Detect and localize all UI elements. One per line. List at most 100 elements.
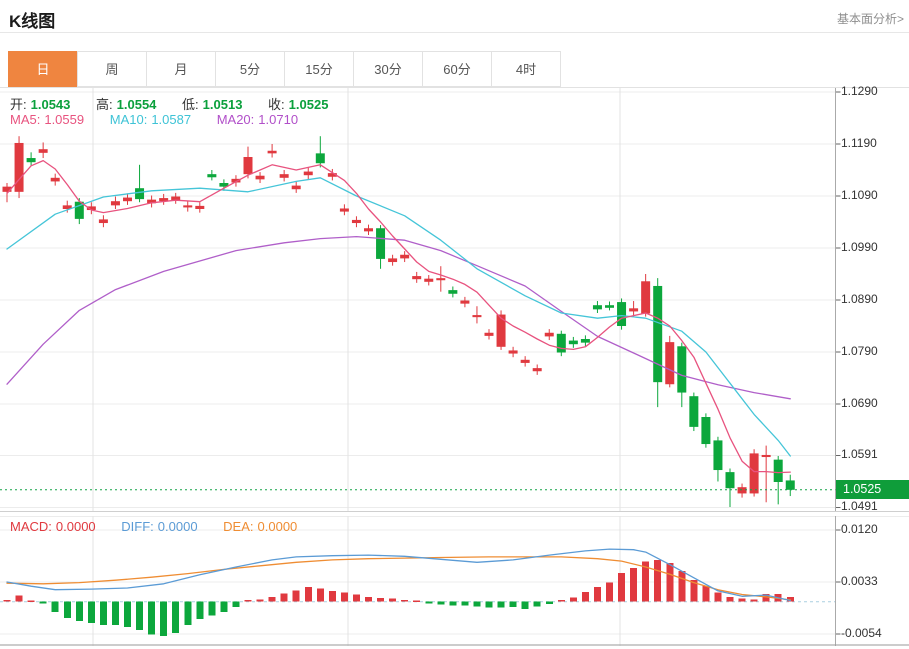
- macd-bar-negative: [184, 602, 191, 625]
- close-value: 1.0525: [289, 97, 329, 112]
- candle-up: [195, 202, 204, 212]
- candle-body: [352, 220, 361, 223]
- candle-body: [460, 301, 469, 304]
- ma10-line: [7, 178, 790, 456]
- macd-bar-negative: [76, 602, 83, 621]
- macd-bar-positive: [594, 587, 601, 602]
- tab-month[interactable]: 月: [146, 51, 216, 87]
- ma20-value: 1.0710: [258, 112, 298, 127]
- macd-bar-positive: [257, 599, 264, 601]
- macd-bar-positive: [630, 568, 637, 601]
- candle-down: [557, 331, 566, 356]
- candle-up: [509, 347, 518, 357]
- macd-bar-positive: [582, 592, 589, 602]
- candle-up: [665, 336, 674, 387]
- fundamental-analysis-link[interactable]: 基本面分析>: [837, 10, 904, 27]
- ma-legend: MA5:1.0559 MA10:1.0587 MA20:1.0710: [10, 112, 302, 127]
- price-axis-label: 1.1290: [841, 84, 878, 99]
- tab-4hour[interactable]: 4时: [491, 51, 561, 87]
- macd-legend: MACD:0.0000 DIFF:0.0000 DEA:0.0000: [10, 519, 301, 534]
- tab-5min[interactable]: 5分: [215, 51, 285, 87]
- candle-up: [123, 193, 132, 204]
- macd-bar-positive: [570, 598, 577, 602]
- candle-body: [545, 333, 554, 337]
- candle-up: [280, 170, 289, 181]
- macd-bar-negative: [522, 602, 529, 609]
- macd-bar-negative: [437, 602, 444, 605]
- macd-bar-positive: [727, 597, 734, 602]
- price-axis-label: 1.1190: [841, 136, 877, 151]
- tab-15min[interactable]: 15分: [284, 51, 354, 87]
- candle-up: [99, 215, 108, 227]
- macd-bar-negative: [52, 602, 59, 612]
- macd-bar-negative: [124, 602, 131, 627]
- macd-bar-negative: [100, 602, 107, 625]
- candle-up: [533, 364, 542, 374]
- macd-bar-positive: [558, 600, 565, 602]
- candle-body: [726, 472, 735, 488]
- price-axis-label: 1.0890: [841, 292, 878, 307]
- candle-down: [376, 225, 385, 269]
- page-title: K线图: [9, 7, 55, 32]
- candle-body: [123, 198, 132, 202]
- candle-body: [653, 286, 662, 382]
- kline-chart[interactable]: [0, 88, 909, 511]
- candle-body: [256, 176, 265, 180]
- macd-axis-label: 0.0033: [841, 574, 878, 589]
- candle-up: [304, 167, 313, 179]
- diff-value: 0.0000: [158, 519, 198, 534]
- candle-up: [352, 216, 361, 227]
- candle-body: [27, 158, 36, 162]
- macd-bar-positive: [269, 597, 276, 602]
- macd-chart[interactable]: [0, 516, 909, 646]
- candle-down: [605, 302, 614, 311]
- macd-bar-positive: [341, 593, 348, 602]
- kline-page: K线图 基本面分析> 日 周 月 5分 15分 30分 60分 4时 开:1.0…: [0, 0, 909, 649]
- macd-bar-positive: [353, 595, 360, 602]
- candle-body: [641, 281, 650, 313]
- candle-body: [677, 346, 686, 392]
- candle-body: [472, 315, 481, 317]
- macd-bar-positive: [666, 563, 673, 602]
- low-label: 低:: [182, 97, 199, 112]
- macd-bar-negative: [208, 602, 215, 616]
- macd-bar-positive: [245, 600, 252, 602]
- macd-bar-positive: [305, 587, 312, 602]
- macd-bar-negative: [148, 602, 155, 635]
- tab-day[interactable]: 日: [8, 51, 78, 87]
- candle-up: [545, 329, 554, 340]
- candle-body: [485, 333, 494, 336]
- candle-down: [653, 278, 662, 407]
- candle-up: [15, 136, 24, 198]
- macd-bar-negative: [160, 602, 167, 636]
- tab-30min[interactable]: 30分: [353, 51, 423, 87]
- macd-bar-negative: [425, 602, 432, 604]
- candle-up: [436, 266, 445, 291]
- candle-body: [376, 228, 385, 259]
- candle-body: [629, 308, 638, 311]
- macd-bar-negative: [461, 602, 468, 606]
- macd-bar-positive: [281, 593, 288, 601]
- close-label: 收:: [268, 97, 285, 112]
- candle-up: [111, 197, 120, 209]
- candle-down: [713, 437, 722, 482]
- candle-body: [292, 186, 301, 190]
- candle-up: [521, 356, 530, 366]
- candle-body: [195, 206, 204, 209]
- price-axis-label: 1.0690: [841, 396, 878, 411]
- tab-week[interactable]: 周: [77, 51, 147, 87]
- macd-bar-positive: [28, 601, 35, 603]
- macd-bar-negative: [510, 602, 517, 607]
- candle-body: [533, 368, 542, 371]
- ma5-value: 1.0559: [44, 112, 84, 127]
- candle-body: [207, 174, 216, 177]
- candle-up: [171, 193, 180, 204]
- candle-body: [436, 278, 445, 280]
- candle-body: [15, 143, 24, 192]
- high-value: 1.0554: [117, 97, 157, 112]
- candle-body: [448, 290, 457, 294]
- price-axis-label: 1.0591: [841, 447, 878, 462]
- tab-60min[interactable]: 60分: [422, 51, 492, 87]
- macd-bar-positive: [317, 589, 324, 602]
- macd-bar-positive: [739, 599, 746, 602]
